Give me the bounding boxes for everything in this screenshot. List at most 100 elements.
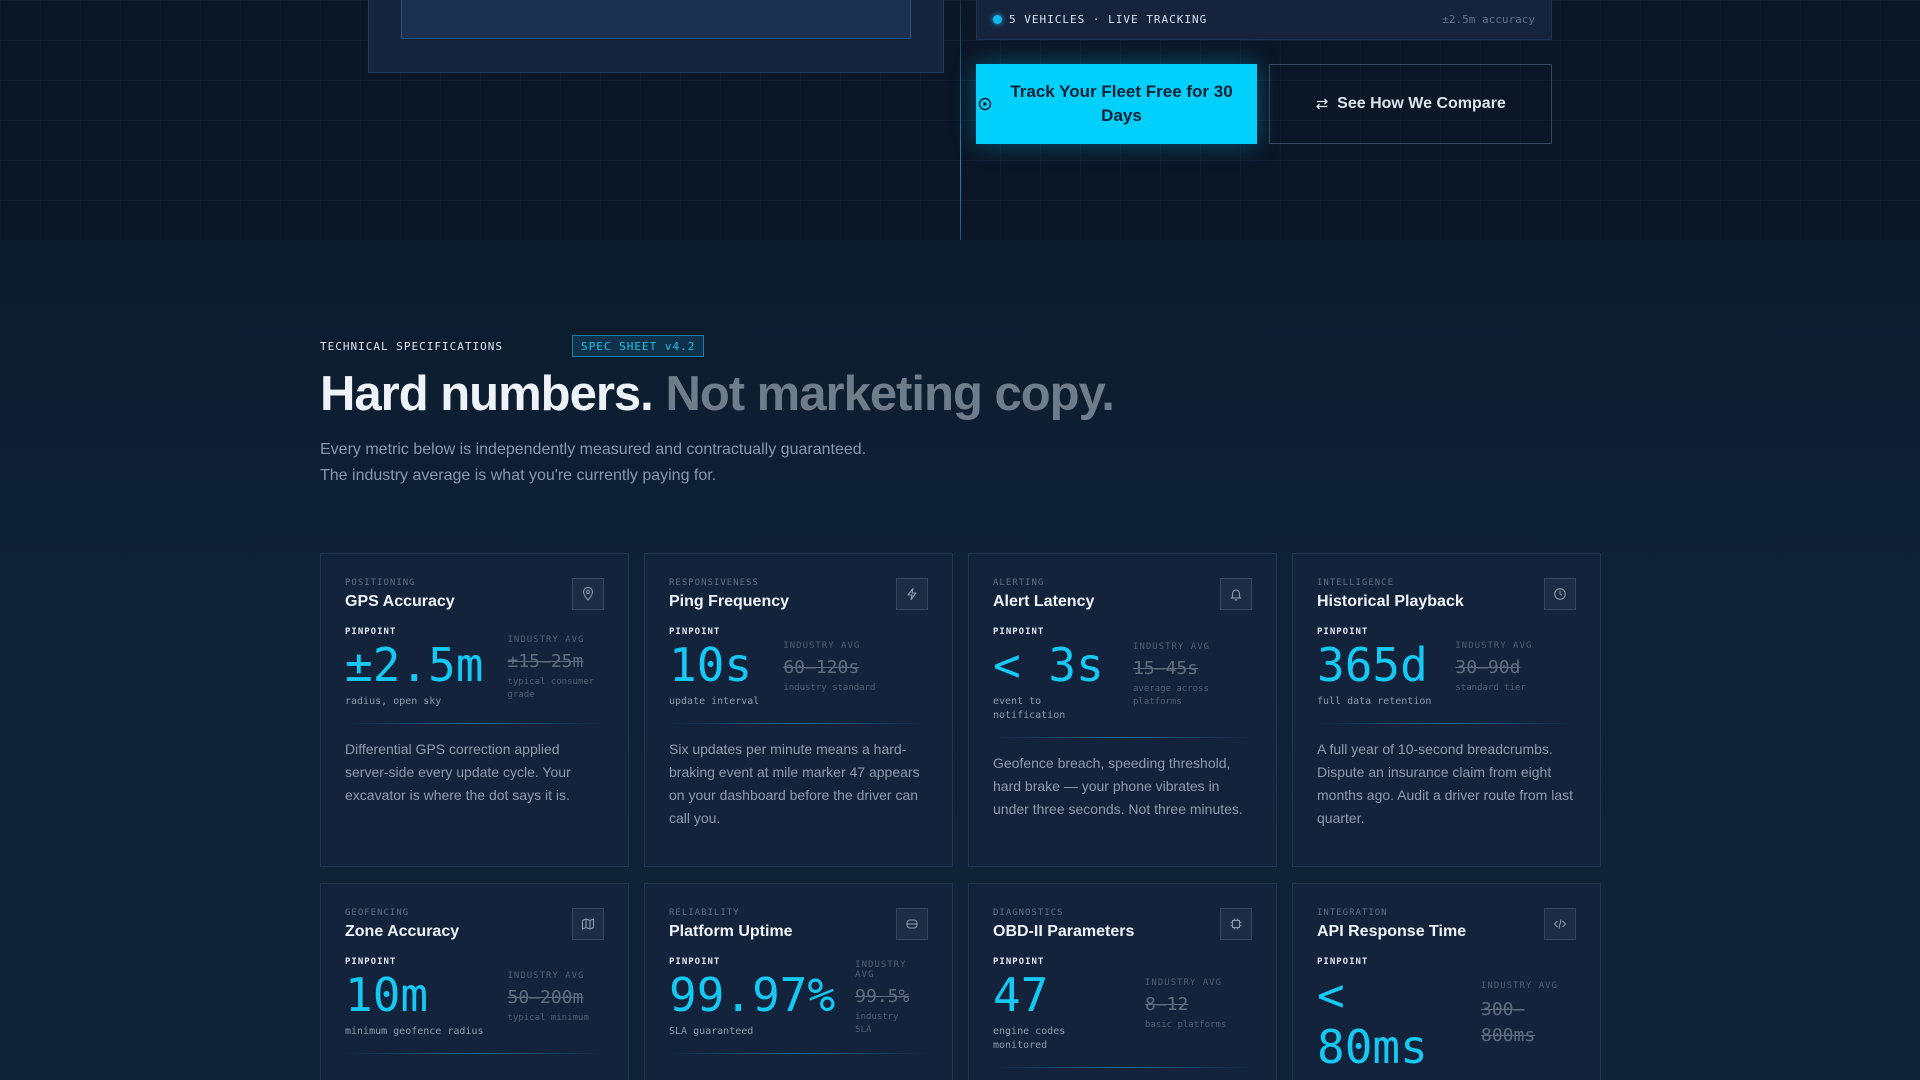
hero-section: 5 VEHICLES · LIVE TRACKING ±2.5m accurac… — [0, 0, 1920, 240]
target-icon — [978, 97, 992, 111]
card-title: Platform Uptime — [669, 923, 793, 940]
industry-label: INDUSTRY AVG — [783, 641, 861, 651]
card-category: ALERTING — [993, 578, 1045, 588]
headline-strong: Hard numbers. — [320, 367, 654, 421]
metric-comparison: PINPOINT 10m minimum geofence radius IND… — [345, 957, 604, 1039]
industry-caption: standard tier — [1455, 683, 1526, 693]
pinpoint-label: PINPOINT — [1317, 627, 1369, 637]
pinpoint-label: PINPOINT — [1317, 957, 1369, 967]
card-divider — [669, 723, 928, 724]
card-divider — [345, 1053, 604, 1054]
metric-comparison: PINPOINT 99.97% SLA guaranteed INDUSTRY … — [669, 957, 928, 1039]
compare-button[interactable]: See How We Compare — [1269, 64, 1552, 144]
spec-card-alert-latency: ALERTING Alert Latency PINPOINT < 3s eve… — [968, 553, 1277, 867]
track-fleet-label: Track Your Fleet Free for 30 Days — [1010, 82, 1233, 125]
server-icon — [896, 908, 928, 940]
spec-card-historical-playback: INTELLIGENCE Historical Playback PINPOIN… — [1292, 553, 1601, 867]
pinpoint-value: 99.97% — [669, 968, 836, 1022]
industry-value: 15–45s — [1133, 657, 1199, 679]
compare-label: See How We Compare — [1337, 95, 1506, 112]
pinpoint-value: 47 — [993, 968, 1049, 1022]
card-title: Alert Latency — [993, 593, 1095, 610]
tracking-accuracy: ±2.5m accuracy — [1442, 13, 1535, 26]
subtext-line-1: Every metric below is independently meas… — [320, 441, 867, 458]
pinpoint-value: 365d — [1317, 638, 1428, 692]
card-divider — [993, 737, 1252, 738]
industry-label: INDUSTRY AVG — [1145, 978, 1223, 988]
map-preview-frame — [368, 0, 944, 73]
card-description: Differential GPS correction applied serv… — [345, 741, 571, 803]
industry-caption: average across platforms — [1133, 683, 1209, 707]
card-title: Ping Frequency — [669, 593, 790, 610]
live-tracking-bar: 5 VEHICLES · LIVE TRACKING ±2.5m accurac… — [976, 0, 1552, 40]
lightning-icon — [896, 578, 928, 610]
track-fleet-button[interactable]: Track Your Fleet Free for 30 Days — [976, 64, 1257, 144]
map-icon — [572, 908, 604, 940]
card-divider — [345, 723, 604, 724]
headline-muted: Not marketing copy. — [665, 367, 1114, 421]
card-category: GEOFENCING — [345, 908, 410, 918]
card-category: INTEGRATION — [1317, 908, 1388, 918]
spec-card-ping-frequency: RESPONSIVENESS Ping Frequency PINPOINT 1… — [644, 553, 953, 867]
pinpoint-value: 10m — [345, 968, 429, 1022]
section-subtext: Every metric below is independently meas… — [320, 437, 1020, 489]
spec-card-obd-parameters: DIAGNOSTICS OBD-II Parameters PINPOINT 4… — [968, 883, 1277, 1080]
code-icon — [1544, 908, 1576, 940]
card-category: RESPONSIVENESS — [669, 578, 759, 588]
card-description: Geofence breach, speeding threshold, har… — [993, 755, 1243, 817]
spec-card-platform-uptime: RELIABILITY Platform Uptime PINPOINT 99.… — [644, 883, 953, 1080]
spec-sheet-badge: SPEC SHEET v4.2 — [572, 335, 705, 357]
industry-value: 300–800ms — [1481, 999, 1536, 1046]
card-title: GPS Accuracy — [345, 593, 455, 610]
pinpoint-value: 10s — [669, 638, 753, 692]
bell-icon — [1220, 578, 1252, 610]
pinpoint-label: PINPOINT — [345, 627, 397, 637]
pinpoint-value: < 80ms — [1317, 968, 1428, 1074]
pinpoint-caption: engine codes monitored — [993, 1026, 1066, 1051]
card-title: API Response Time — [1317, 923, 1467, 940]
map-preview[interactable] — [401, 0, 911, 39]
swap-arrows-icon — [1316, 98, 1329, 110]
industry-caption: typical minimum — [507, 1013, 589, 1023]
metric-comparison: PINPOINT < 80ms INDUSTRY AVG 300–800ms — [1317, 957, 1576, 1073]
industry-value: ±15–25m — [507, 650, 584, 672]
metric-comparison: PINPOINT < 3s event to notification INDU… — [993, 627, 1252, 723]
metric-comparison: PINPOINT 365d full data retention INDUST… — [1317, 627, 1576, 709]
subtext-line-2: The industry average is what you're curr… — [320, 467, 717, 484]
industry-value: 8–12 — [1145, 994, 1189, 1015]
industry-caption: industry SLA — [855, 1011, 899, 1035]
card-divider — [993, 1067, 1252, 1068]
industry-label: INDUSTRY AVG — [507, 971, 585, 981]
card-title: Historical Playback — [1317, 593, 1464, 610]
live-status-dot — [993, 15, 1002, 24]
pinpoint-caption: minimum geofence radius — [345, 1026, 484, 1037]
metric-comparison: PINPOINT 10s update interval INDUSTRY AV… — [669, 627, 928, 709]
industry-label: INDUSTRY AVG — [1455, 641, 1533, 651]
pinpoint-caption: SLA guaranteed — [669, 1026, 754, 1037]
industry-caption: basic platforms — [1145, 1020, 1227, 1030]
industry-value: 30–90d — [1455, 657, 1521, 678]
section-eyebrow: TECHNICAL SPECIFICATIONS — [320, 340, 503, 353]
pinpoint-label: PINPOINT — [669, 627, 721, 637]
card-description: A full year of 10-second breadcrumbs. Di… — [1317, 741, 1574, 826]
pinpoint-caption: event to notification — [993, 696, 1066, 721]
industry-label: INDUSTRY AVG — [855, 959, 907, 980]
pinpoint-caption: full data retention — [1317, 696, 1432, 707]
spec-card-api-response-time: INTEGRATION API Response Time PINPOINT <… — [1292, 883, 1601, 1080]
clock-icon — [1544, 578, 1576, 610]
section-headline: Hard numbers. Not marketing copy. — [320, 366, 1115, 422]
industry-value: 99.5% — [855, 985, 910, 1007]
specs-section: TECHNICAL SPECIFICATIONS SPEC SHEET v4.2… — [0, 240, 1920, 1080]
card-title: Zone Accuracy — [345, 923, 460, 940]
pinpoint-label: PINPOINT — [669, 957, 721, 967]
pinpoint-label: PINPOINT — [993, 627, 1045, 637]
card-divider — [1317, 723, 1576, 724]
pinpoint-value: < 3s — [993, 638, 1104, 692]
metric-comparison: PINPOINT ±2.5m radius, open sky INDUSTRY… — [345, 627, 604, 709]
industry-label: INDUSTRY AVG — [1133, 641, 1211, 652]
map-pin-icon — [572, 578, 604, 610]
pinpoint-value: ±2.5m — [345, 638, 484, 692]
tracking-label: 5 VEHICLES · LIVE TRACKING — [1009, 13, 1208, 26]
chip-icon — [1220, 908, 1252, 940]
hero-divider — [960, 0, 961, 240]
